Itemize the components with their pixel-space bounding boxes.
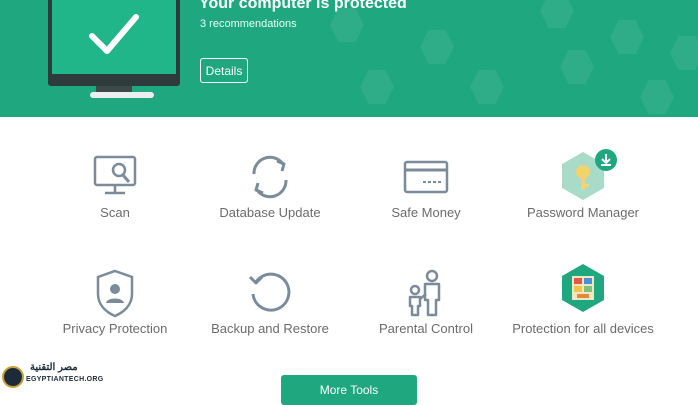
download-badge-icon	[595, 149, 617, 171]
hex-decoration	[540, 0, 574, 28]
hex-decoration	[640, 80, 674, 114]
tool-scan[interactable]: Scan	[40, 150, 190, 230]
hex-decoration	[330, 8, 364, 42]
tool-label: Backup and Restore	[211, 321, 329, 336]
privacy-protection-icon	[96, 269, 134, 318]
tool-label: Scan	[100, 205, 130, 220]
safe-money-icon	[403, 160, 449, 194]
tool-password-manager[interactable]: Password Manager	[508, 149, 658, 230]
hex-decoration	[360, 70, 394, 104]
database-update-icon	[252, 155, 288, 199]
hex-decoration	[470, 70, 504, 104]
monitor-base	[90, 92, 154, 98]
details-button[interactable]: Details	[200, 58, 248, 83]
tool-label: Protection for all devices	[512, 321, 654, 336]
hex-decoration	[560, 50, 594, 84]
watermark-text: مصر التقنية	[30, 362, 78, 373]
scan-icon	[93, 155, 137, 195]
tool-backup-restore[interactable]: Backup and Restore	[195, 268, 345, 348]
parental-control-icon	[408, 269, 441, 317]
tool-parental-control[interactable]: Parental Control	[351, 268, 501, 348]
tool-label: Database Update	[219, 205, 321, 220]
protection-all-devices-icon	[562, 264, 604, 312]
more-tools-button[interactable]: More Tools	[281, 375, 417, 405]
tool-database-update[interactable]: Database Update	[195, 150, 345, 230]
checkmark-icon	[89, 14, 139, 54]
status-banner: Your computer is protected 3 recommendat…	[0, 0, 698, 117]
backup-restore-icon	[248, 272, 291, 312]
hex-decoration	[670, 36, 698, 70]
tool-safe-money[interactable]: Safe Money	[351, 150, 501, 230]
tool-protection-all-devices[interactable]: Protection for all devices	[508, 263, 658, 358]
tool-label: Privacy Protection	[62, 321, 168, 336]
status-title: Your computer is protected	[199, 0, 407, 12]
tool-privacy-protection[interactable]: Privacy Protection	[40, 268, 190, 348]
recommendations-count[interactable]: 3 recommendations	[200, 18, 297, 30]
hex-decoration	[610, 20, 644, 54]
tool-label: Safe Money	[391, 205, 461, 220]
hex-decoration	[420, 30, 454, 64]
tool-label: Password Manager	[527, 205, 639, 220]
watermark-logo-icon	[2, 366, 24, 388]
tool-label: Parental Control	[379, 321, 473, 336]
watermark-url: EGYPTIANTECH.ORG	[26, 376, 104, 383]
